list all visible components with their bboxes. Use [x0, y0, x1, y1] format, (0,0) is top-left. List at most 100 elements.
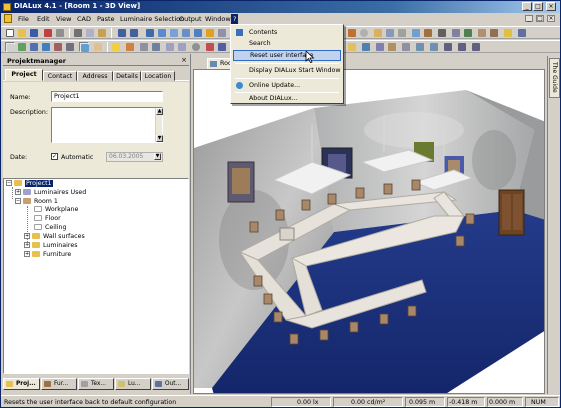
window-icon[interactable]	[411, 28, 421, 38]
grid-snap-icon[interactable]	[401, 42, 411, 52]
3d-viewport[interactable]	[193, 69, 545, 394]
rotate-object-icon[interactable]	[457, 42, 467, 52]
print-icon[interactable]	[55, 28, 65, 38]
description-field[interactable]	[51, 107, 163, 143]
panel-close-icon[interactable]: ×	[181, 56, 187, 64]
settings-icon[interactable]	[451, 28, 461, 38]
tab-address[interactable]: Address	[77, 71, 113, 81]
hand-icon[interactable]	[93, 42, 103, 52]
sphere-icon[interactable]	[359, 28, 369, 38]
camera-icon[interactable]	[65, 42, 75, 52]
pan-icon[interactable]	[29, 42, 39, 52]
export-icon[interactable]	[463, 28, 473, 38]
close-button[interactable]: ×	[546, 2, 556, 11]
rotate-icon[interactable]	[41, 42, 51, 52]
wizard-icon[interactable]	[43, 28, 53, 38]
rendering-icon[interactable]	[205, 28, 215, 38]
measure-icon[interactable]	[437, 28, 447, 38]
collapse-icon[interactable]: −	[6, 180, 12, 186]
front-view-icon[interactable]	[181, 28, 191, 38]
tab-project[interactable]: Project	[5, 69, 43, 81]
tree-node-floor[interactable]: Floor	[34, 215, 61, 223]
bottom-tab-luminaires[interactable]: Lu...	[115, 378, 151, 390]
scroll-down-icon[interactable]: ▼	[156, 135, 163, 142]
document-icon[interactable]	[4, 14, 12, 23]
refresh-icon[interactable]	[361, 42, 371, 52]
expand-icon[interactable]: +	[15, 189, 21, 195]
menu-edit[interactable]: Edit	[37, 15, 50, 23]
menu-file[interactable]: File	[18, 15, 29, 23]
magnifier-plus-icon[interactable]	[177, 42, 187, 52]
minimize-button[interactable]: _	[522, 2, 532, 11]
chair-icon[interactable]	[489, 28, 499, 38]
light-scene-icon[interactable]	[503, 28, 513, 38]
room-icon[interactable]	[145, 28, 155, 38]
menu-output[interactable]: Output	[179, 15, 202, 23]
luminaire-icon[interactable]	[373, 28, 383, 38]
description-scrollbar[interactable]: ▲ ▼	[155, 108, 163, 142]
layers-icon[interactable]	[375, 42, 385, 52]
new-file-icon[interactable]	[5, 28, 15, 38]
undo-icon[interactable]	[117, 28, 127, 38]
scale-icon[interactable]	[471, 42, 481, 52]
align-icon[interactable]	[443, 42, 453, 52]
expand-icon[interactable]: +	[24, 233, 30, 239]
grid-icon[interactable]	[217, 28, 227, 38]
tree-node-furniture[interactable]: + Furniture	[24, 251, 71, 259]
output-icon[interactable]	[517, 28, 527, 38]
camera-fly-icon[interactable]	[217, 42, 227, 52]
tree-node-room[interactable]: − Room 1	[15, 198, 58, 206]
menu-view[interactable]: View	[56, 15, 71, 23]
tree-node-wall-surfaces[interactable]: + Wall surfaces	[24, 233, 85, 241]
fit-view-icon[interactable]	[79, 42, 89, 52]
menu-cad[interactable]: CAD	[77, 15, 91, 23]
sphere-view-icon[interactable]	[191, 42, 201, 52]
tree-node-project[interactable]: − Project1	[6, 180, 53, 188]
tab-details[interactable]: Details	[113, 71, 141, 81]
cube-icon[interactable]	[385, 28, 395, 38]
redo-icon[interactable]	[129, 28, 139, 38]
bottom-tab-furniture[interactable]: Fur...	[41, 378, 77, 390]
3d-view-icon[interactable]	[157, 28, 167, 38]
tab-location[interactable]: Location	[141, 71, 175, 81]
title-bar[interactable]: DIALux 4.1 - [Room 1 - 3D View] _ □ ×	[1, 1, 560, 13]
tree-node-luminaires-used[interactable]: + Luminaires Used	[15, 189, 86, 197]
magnifier-icon[interactable]	[165, 42, 175, 52]
calculate-icon[interactable]	[347, 28, 357, 38]
table-icon[interactable]	[477, 28, 487, 38]
menu-item-online-update[interactable]: Online Update...	[233, 80, 341, 91]
tree-node-luminaires[interactable]: + Luminaires	[24, 242, 77, 250]
wall-icon[interactable]	[397, 28, 407, 38]
light-icon[interactable]	[347, 42, 357, 52]
door-icon[interactable]	[423, 28, 433, 38]
collapse-icon[interactable]: −	[15, 198, 21, 204]
doc-minimize-button[interactable]: _	[525, 15, 533, 22]
name-field[interactable]: Project1	[51, 91, 163, 102]
tree-node-ceiling[interactable]: Ceiling	[34, 224, 67, 232]
wireframe-icon[interactable]	[139, 42, 149, 52]
menu-luminaire-selection[interactable]: Luminaire Selection	[120, 15, 184, 23]
side-view-icon[interactable]	[193, 28, 203, 38]
tab-contact[interactable]: Contact	[43, 71, 77, 81]
scroll-up-icon[interactable]: ▲	[156, 108, 163, 115]
bottom-tab-textures[interactable]: Tex...	[78, 378, 114, 390]
render-mode-icon[interactable]	[125, 42, 135, 52]
copy-icon[interactable]	[85, 28, 95, 38]
tree-node-workplane[interactable]: Workplane	[34, 206, 78, 214]
menu-item-reset-user-interface[interactable]: Reset user interface	[233, 50, 341, 61]
light-bulb-icon[interactable]	[111, 42, 121, 52]
menu-item-contents[interactable]: Contents	[233, 27, 341, 38]
menu-help[interactable]: ?	[231, 14, 239, 24]
bottom-tab-output[interactable]: Out...	[152, 378, 189, 390]
array-icon[interactable]	[429, 42, 439, 52]
menu-window[interactable]: Window	[205, 15, 231, 23]
mirror-icon[interactable]	[415, 42, 425, 52]
colors-icon[interactable]	[205, 42, 215, 52]
save-icon[interactable]	[29, 28, 39, 38]
menu-paste[interactable]: Paste	[97, 15, 115, 23]
cut-icon[interactable]	[73, 28, 83, 38]
open-folder-icon[interactable]	[17, 28, 27, 38]
texture-icon[interactable]	[387, 42, 397, 52]
date-dropdown-icon[interactable]: ▼	[154, 153, 161, 160]
select-arrow-icon[interactable]	[5, 42, 15, 52]
